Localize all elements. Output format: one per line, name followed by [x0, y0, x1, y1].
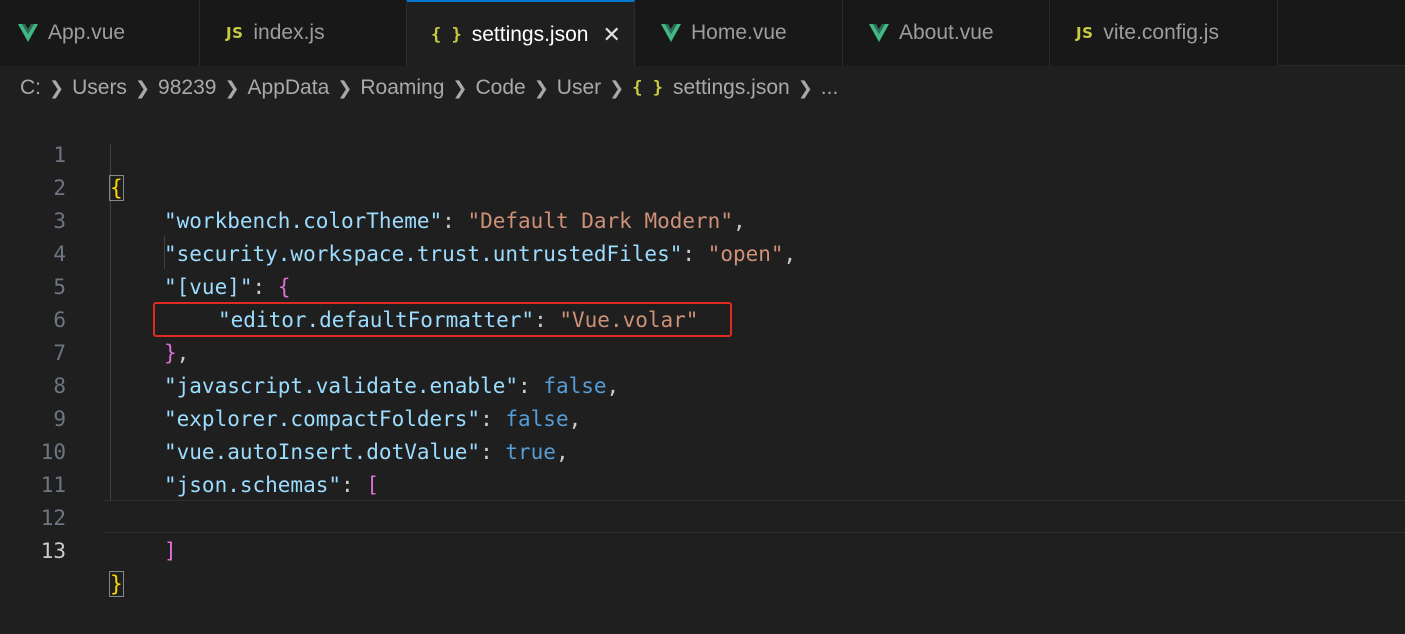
breadcrumb-item[interactable]: 98239 — [158, 76, 216, 100]
tab-label: settings.json — [471, 22, 589, 46]
vue-icon — [661, 24, 681, 42]
chevron-right-icon: ❯ — [797, 77, 813, 98]
chevron-right-icon: ❯ — [452, 77, 468, 98]
breadcrumb-item[interactable]: User — [557, 76, 601, 100]
breadcrumb-ellipsis[interactable]: ... — [821, 76, 839, 100]
editor-tab-bar: App.vue JS index.js { } settings.json ✕ … — [0, 0, 1405, 67]
tab-vite-config-js[interactable]: JS vite.config.js — [1050, 0, 1278, 66]
code-line: 2 "workbench.colorTheme": "Default Dark … — [0, 139, 1405, 233]
js-icon: JS — [226, 24, 244, 42]
breadcrumb: C: ❯ Users ❯ 98239 ❯ AppData ❯ Roaming ❯… — [0, 66, 1405, 110]
tab-index-js[interactable]: JS index.js — [200, 0, 407, 66]
breadcrumb-item[interactable]: Code — [476, 76, 526, 100]
breadcrumb-item[interactable]: Users — [72, 76, 127, 100]
line-number: 13 — [40, 539, 66, 563]
json-icon: { } — [431, 24, 462, 45]
json-icon: { } — [632, 78, 663, 98]
brace-token: } — [109, 571, 124, 597]
code-line: 1 { — [0, 106, 1405, 201]
code-editor[interactable]: 1 { 2 "workbench.colorTheme": "Default D… — [0, 106, 1405, 624]
code-line: 6 }, — [0, 271, 1405, 365]
chevron-right-icon: ❯ — [49, 77, 65, 98]
tab-about-vue[interactable]: About.vue — [843, 0, 1050, 66]
code-line: 12 ] — [0, 469, 1405, 563]
code-line: 8 "explorer.compactFolders": false, — [0, 337, 1405, 431]
tab-settings-json[interactable]: { } settings.json ✕ — [407, 0, 635, 67]
bracket-token: ] — [164, 539, 177, 563]
chevron-right-icon: ❯ — [609, 77, 625, 98]
vue-icon — [18, 24, 38, 42]
code-line: 9 "vue.autoInsert.dotValue": true, — [0, 370, 1405, 464]
breadcrumb-item[interactable]: C: — [20, 76, 41, 100]
vue-icon — [869, 24, 889, 42]
code-line: 11 — [0, 436, 1405, 497]
code-line: 3 "security.workspace.trust.untrustedFil… — [0, 172, 1405, 266]
chevron-right-icon: ❯ — [337, 77, 353, 98]
tab-label: index.js — [253, 21, 325, 44]
code-line: 4 "[vue]": { — [0, 205, 1405, 299]
chevron-right-icon: ❯ — [533, 77, 549, 98]
tab-label: App.vue — [48, 21, 126, 44]
breadcrumb-file[interactable]: settings.json — [673, 76, 790, 100]
js-icon: JS — [1076, 24, 1094, 42]
tab-label: vite.config.js — [1103, 21, 1219, 44]
code-line: 5 "editor.defaultFormatter": "Vue.volar" — [0, 238, 1405, 332]
close-icon[interactable]: ✕ — [602, 22, 620, 48]
breadcrumb-item[interactable]: Roaming — [360, 76, 444, 100]
tab-label: Home.vue — [691, 21, 787, 44]
chevron-right-icon: ❯ — [134, 77, 151, 98]
chevron-right-icon: ❯ — [224, 77, 240, 98]
tab-home-vue[interactable]: Home.vue — [635, 0, 843, 66]
code-line: 13 } — [0, 502, 1405, 597]
annotation-highlight-box — [153, 302, 732, 337]
code-line: 10 "json.schemas": [ — [0, 403, 1405, 497]
breadcrumb-item[interactable]: AppData — [248, 76, 330, 100]
tab-app-vue[interactable]: App.vue — [0, 0, 200, 66]
tab-label: About.vue — [899, 21, 994, 44]
